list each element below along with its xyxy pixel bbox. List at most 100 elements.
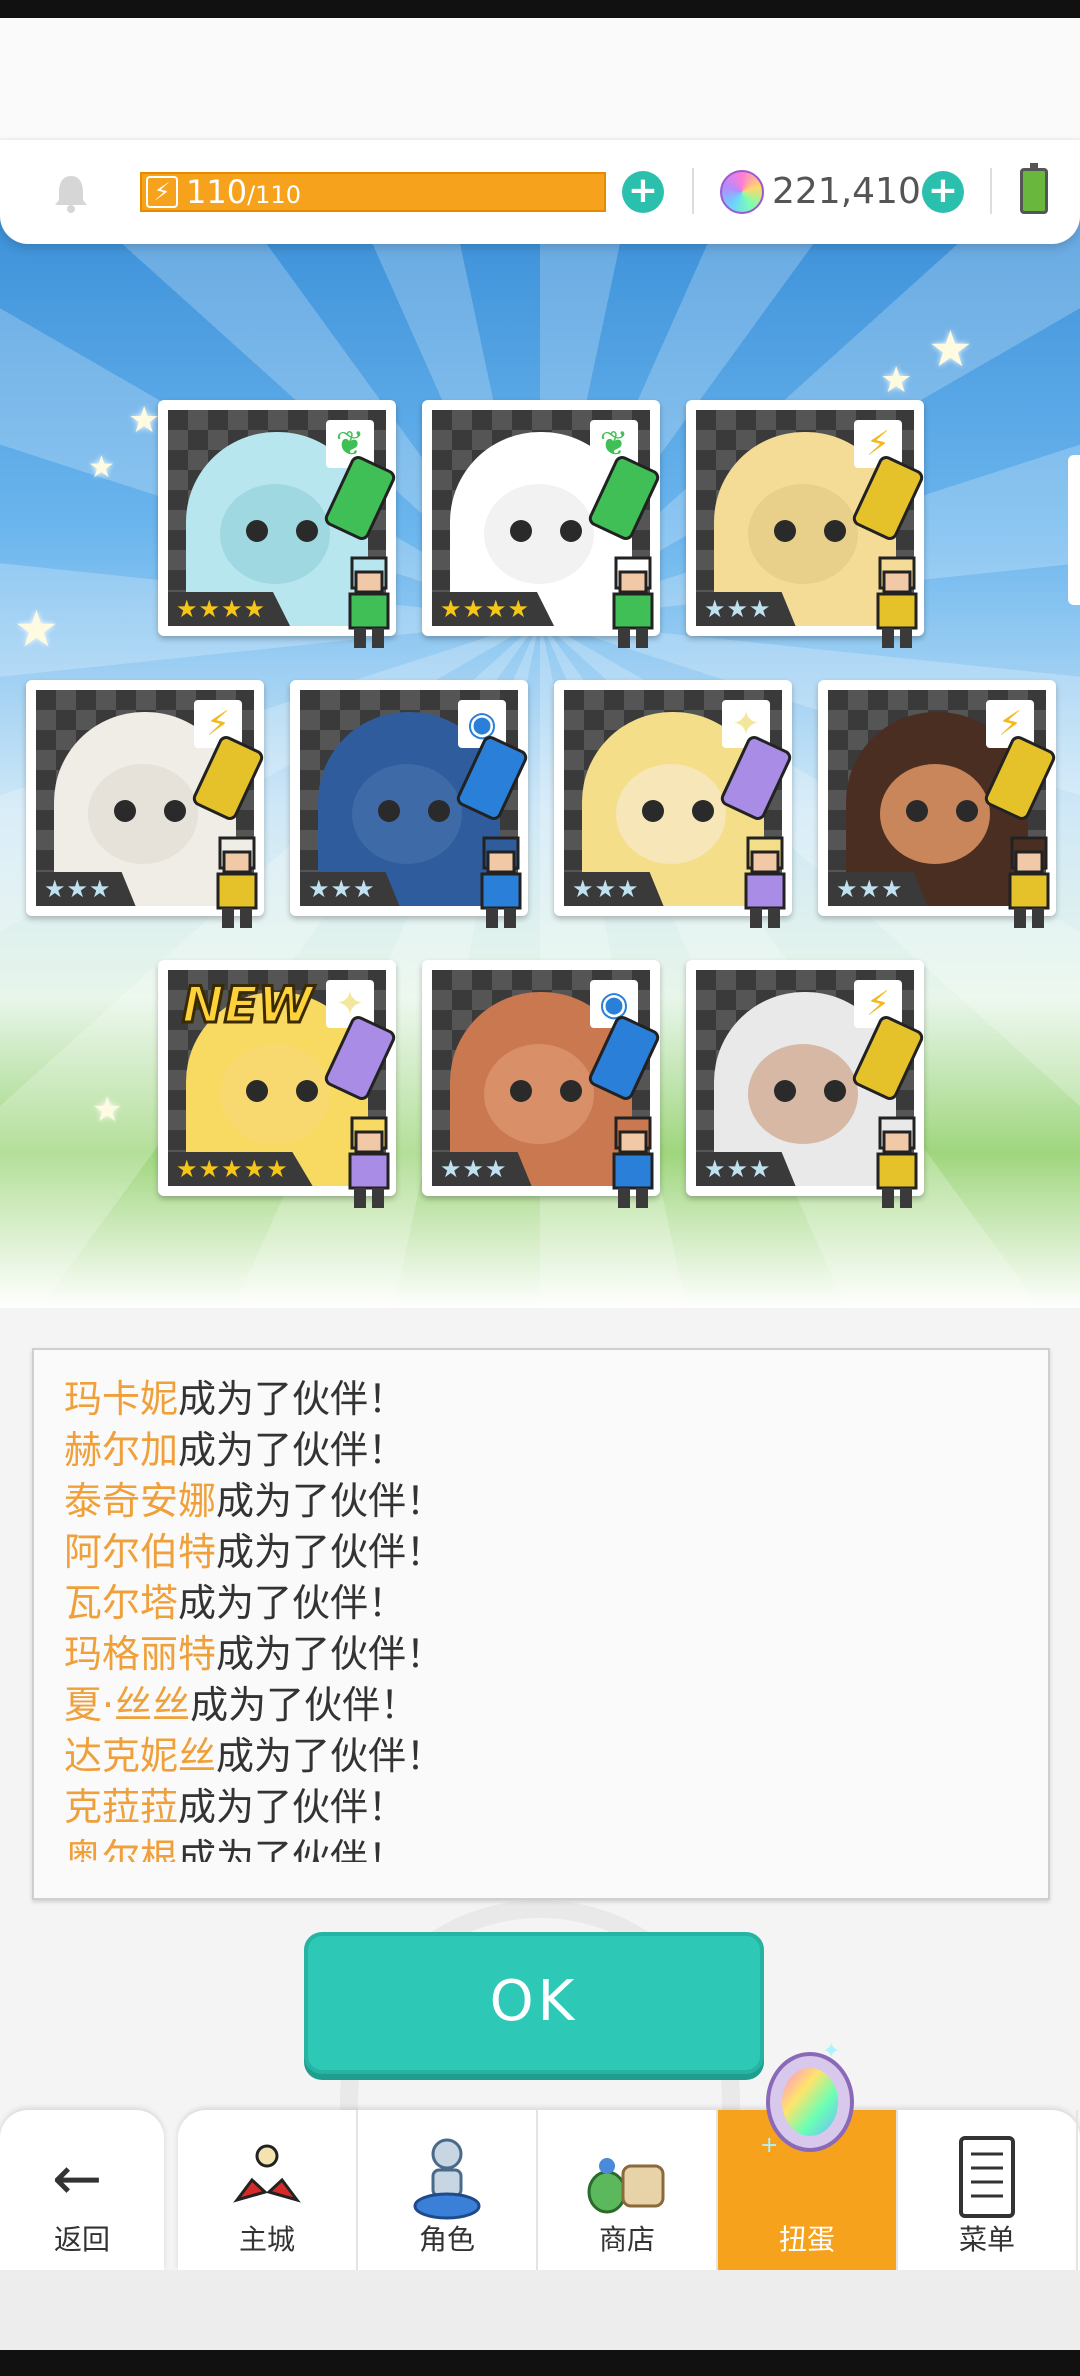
back-label: 返回	[53, 2223, 110, 2256]
rarity-stars: ★★★	[300, 872, 400, 906]
message-line: 夏·丝丝成为了伙伴！	[64, 1680, 1004, 1731]
character-eye	[246, 1080, 268, 1102]
character-card[interactable]: ⚡ ★★★	[818, 680, 1058, 928]
nav-tab-character[interactable]: 角色	[358, 2110, 538, 2270]
divider	[692, 168, 694, 214]
rarity-stars: ★★★	[828, 872, 928, 906]
character-name: 阿尔伯特	[64, 1530, 217, 1574]
gem-count: 221,410	[772, 171, 921, 212]
character-card[interactable]: NEW ✦ ★★★★★	[158, 960, 398, 1208]
chibi-sprite-icon	[598, 1110, 668, 1214]
message-suffix: 成为了伙伴！	[216, 1632, 445, 1676]
message-line: 玛格丽特成为了伙伴！	[64, 1629, 1004, 1680]
character-eye	[296, 520, 318, 542]
sparkle-star-icon: ★	[928, 320, 973, 378]
character-card[interactable]: ⚡ ★★★	[686, 400, 926, 648]
stamina-value: 110/110	[186, 173, 301, 211]
character-name: 瓦尔塔	[64, 1581, 179, 1625]
message-line: 克菈菈成为了伙伴！	[64, 1782, 1004, 1833]
character-eye	[428, 800, 450, 822]
rarity-stars: ★★★	[432, 1152, 532, 1186]
sparkle-star-icon: ★	[880, 360, 913, 401]
character-eye	[246, 520, 268, 542]
gacha-orb-icon: ✦ +	[760, 2040, 854, 2158]
top-padding	[0, 18, 1080, 138]
message-suffix: 成为了伙伴！	[178, 1428, 407, 1472]
svg-text:✦: ✦	[822, 2040, 840, 2064]
nav-tab-shop[interactable]: 商店	[538, 2110, 718, 2270]
sparkle-star-icon: ★	[14, 600, 59, 658]
character-card[interactable]: ◉ ★★★	[422, 960, 662, 1208]
bell-icon[interactable]	[48, 170, 94, 216]
character-name: 夏·丝丝	[64, 1683, 191, 1727]
character-eye	[824, 1080, 846, 1102]
rarity-stars: ★★★	[696, 1152, 796, 1186]
nav-label: 扭蛋	[778, 2223, 835, 2256]
chibi-sprite-icon	[202, 830, 272, 934]
new-label: NEW	[180, 975, 314, 1036]
character-eye	[560, 520, 582, 542]
rarity-stars: ★★★★	[168, 592, 291, 626]
message-suffix: 成为了伙伴！	[216, 1734, 445, 1778]
character-eye	[510, 520, 532, 542]
message-line: 达克妮丝成为了伙伴！	[64, 1731, 1004, 1782]
chibi-sprite-icon	[334, 1110, 404, 1214]
rarity-stars: ★★★★	[432, 592, 555, 626]
chibi-sprite-icon	[730, 830, 800, 934]
message-suffix: 成为了伙伴！	[216, 1530, 445, 1574]
message-line: 玛卡妮成为了伙伴！	[64, 1374, 1004, 1425]
character-eye	[692, 800, 714, 822]
ok-button[interactable]: OK	[304, 1932, 764, 2074]
character-eye	[906, 800, 928, 822]
add-stamina-button[interactable]: +	[622, 171, 664, 213]
character-eye	[824, 520, 846, 542]
character-name: 奥尔根	[64, 1836, 179, 1862]
character-name: 玛格丽特	[64, 1632, 217, 1676]
back-button[interactable]: ← 返回	[0, 2110, 164, 2270]
sparkle-star-icon: ★	[92, 1090, 123, 1130]
gacha-result-area: ★ ★ ★ ★ ★ ★ ❦ ★★★★ ❦ ★★★★ ⚡ ★★★ ⚡ ★★★ ◉ ★★★ ✦ ★★★ ⚡ ★…	[0, 200, 1080, 1308]
character-card[interactable]: ◉ ★★★	[290, 680, 530, 928]
character-name: 达克妮丝	[64, 1734, 217, 1778]
recruit-message-panel[interactable]: 玛卡妮成为了伙伴！ 赫尔加成为了伙伴！ 泰奇安娜成为了伙伴！ 阿尔伯特成为了伙伴！ 瓦尔…	[32, 1348, 1050, 1900]
message-line: 泰奇安娜成为了伙伴！	[64, 1476, 1004, 1527]
character-card[interactable]: ❦ ★★★★	[422, 400, 662, 648]
message-line: 奥尔根成为了伙伴！	[64, 1833, 1004, 1862]
character-eye	[114, 800, 136, 822]
nav-tabs: 主城 角色 商店 扭蛋 菜单	[178, 2110, 1080, 2270]
add-gems-button[interactable]: +	[922, 171, 964, 213]
menu-icon	[937, 2130, 1037, 2226]
character-eye	[296, 1080, 318, 1102]
side-tab[interactable]	[1068, 455, 1080, 605]
system-bottom-bar	[0, 2350, 1080, 2376]
message-line: 瓦尔塔成为了伙伴！	[64, 1578, 1004, 1629]
character-eye	[510, 1080, 532, 1102]
character-eye	[560, 1080, 582, 1102]
message-list[interactable]: 玛卡妮成为了伙伴！ 赫尔加成为了伙伴！ 泰奇安娜成为了伙伴！ 阿尔伯特成为了伙伴！ 瓦尔…	[64, 1374, 1004, 1862]
nav-tab-menu[interactable]: 菜单	[898, 2110, 1078, 2270]
message-suffix: 成为了伙伴！	[178, 1785, 407, 1829]
lightning-icon: ⚡	[146, 176, 178, 208]
character-card[interactable]: ⚡ ★★★	[686, 960, 926, 1208]
rarity-stars: ★★★	[564, 872, 664, 906]
bottom-navigation: ← 返回 主城 角色 商店 扭蛋 菜单	[0, 2110, 1080, 2270]
character-eye	[774, 520, 796, 542]
character-eye	[164, 800, 186, 822]
status-bar: ⚡ 110/110 + 221,410 +	[0, 140, 1080, 244]
chibi-sprite-icon	[862, 550, 932, 654]
message-suffix: 成为了伙伴！	[178, 1377, 407, 1421]
gem-icon	[720, 170, 764, 214]
nav-tab-castle[interactable]: 主城	[178, 2110, 358, 2270]
divider	[990, 168, 992, 214]
character-name: 克菈菈	[64, 1785, 179, 1829]
message-suffix: 成为了伙伴！	[216, 1479, 445, 1523]
character-name: 赫尔加	[64, 1428, 179, 1472]
message-suffix: 成为了伙伴！	[190, 1683, 419, 1727]
chibi-sprite-icon	[334, 550, 404, 654]
character-card[interactable]: ❦ ★★★★	[158, 400, 398, 648]
character-card[interactable]: ⚡ ★★★	[26, 680, 266, 928]
message-suffix: 成为了伙伴！	[178, 1836, 407, 1862]
nav-label: 商店	[598, 2223, 655, 2256]
character-card[interactable]: ✦ ★★★	[554, 680, 794, 928]
character-icon	[397, 2130, 497, 2226]
